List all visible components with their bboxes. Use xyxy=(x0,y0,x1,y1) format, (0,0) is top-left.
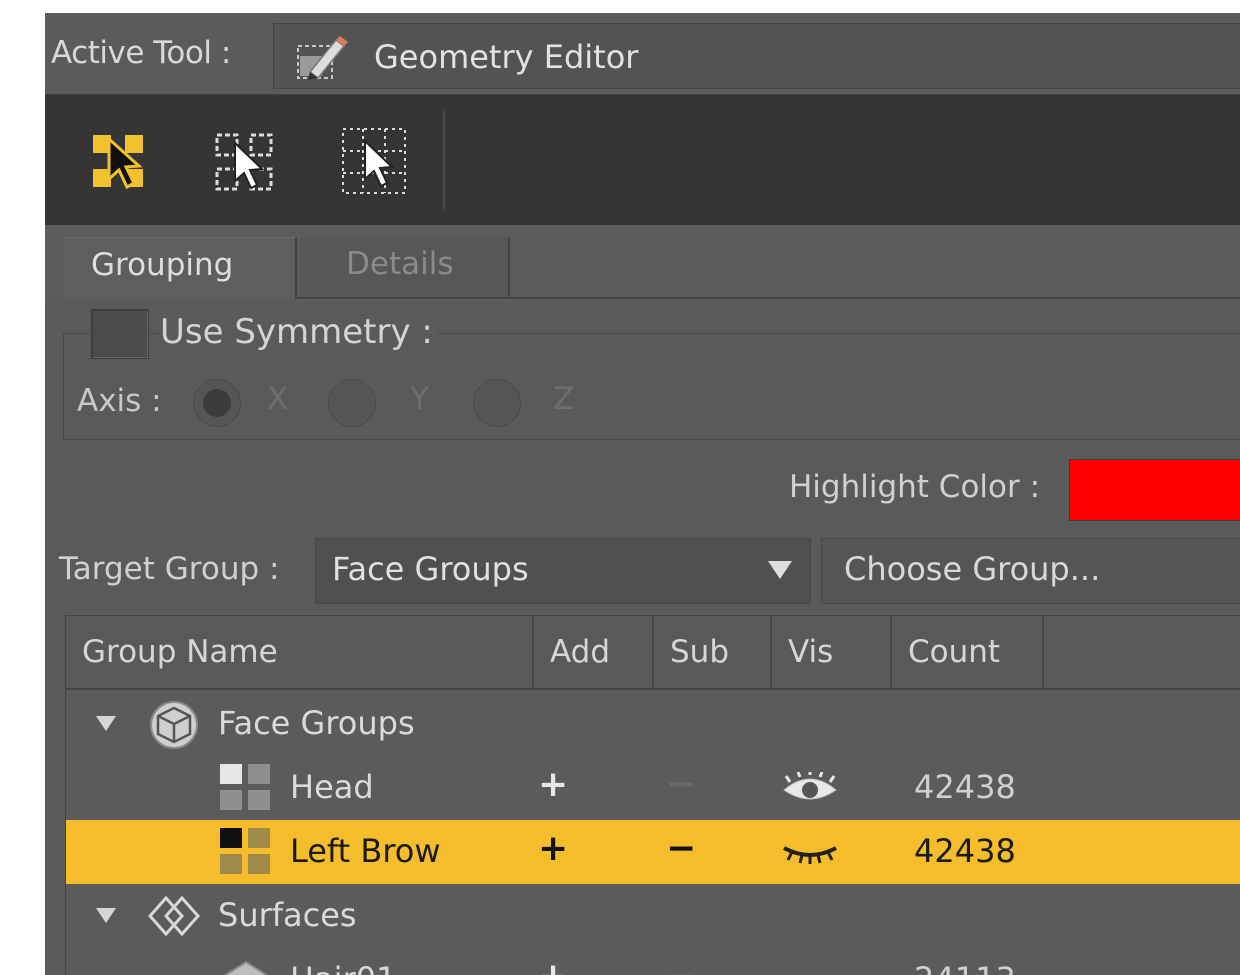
eye-closed-icon[interactable] xyxy=(780,840,840,864)
eye-open-icon[interactable] xyxy=(780,968,840,975)
highlight-color-swatch[interactable] xyxy=(1069,459,1240,521)
column-header-sub[interactable]: Sub xyxy=(654,616,772,688)
highlight-color-label: Highlight Color : xyxy=(789,469,1041,505)
group-name-left-brow: Left Brow xyxy=(290,832,441,870)
group-name-head: Head xyxy=(290,768,374,806)
tab-strip: Grouping Details xyxy=(45,225,1240,301)
column-header-add[interactable]: Add xyxy=(534,616,654,688)
surface-material-icon xyxy=(223,960,269,975)
column-header-count[interactable]: Count xyxy=(892,616,1044,688)
active-tool-bar: Active Tool : Geometry Editor xyxy=(45,13,1240,95)
group-swatch-icon xyxy=(220,764,270,810)
tab-details[interactable]: Details xyxy=(300,237,510,299)
pencil-edit-icon xyxy=(297,36,348,80)
table-row-category-surfaces[interactable]: Surfaces xyxy=(66,884,1240,948)
active-tool-name: Geometry Editor xyxy=(374,38,639,76)
group-name-hair01: Hair01 xyxy=(290,960,396,975)
choose-group-label: Choose Group... xyxy=(844,550,1101,588)
marquee-select-icon[interactable] xyxy=(211,125,281,197)
axis-z-label: Z xyxy=(553,381,575,417)
table-row-hair01[interactable]: Hair01 + − 24113 xyxy=(66,948,1240,975)
use-symmetry-label: Use Symmetry : xyxy=(160,312,437,352)
count-left-brow: 42438 xyxy=(914,832,1016,870)
tab-grouping[interactable]: Grouping xyxy=(65,237,297,299)
geometry-editor-panel: Active Tool : Geometry Editor Grouping D… xyxy=(45,13,1240,975)
expand-arrow-icon[interactable] xyxy=(96,908,116,923)
use-symmetry-checkbox[interactable] xyxy=(91,309,149,359)
count-hair01: 24113 xyxy=(914,960,1016,975)
group-table: Group Name Add Sub Vis Count Face Groups xyxy=(65,615,1240,975)
target-group-label: Target Group : xyxy=(59,551,280,587)
sub-button-hair01[interactable]: − xyxy=(666,956,696,975)
add-button-left-brow[interactable]: + xyxy=(538,828,568,869)
category-label-face-groups: Face Groups xyxy=(218,704,415,742)
active-tool-field[interactable]: Geometry Editor xyxy=(273,23,1240,89)
category-label-surfaces: Surfaces xyxy=(218,896,357,934)
cube-icon xyxy=(150,701,198,749)
sub-button-left-brow[interactable]: − xyxy=(666,828,696,869)
column-header-group-name[interactable]: Group Name xyxy=(66,616,534,688)
target-group-select[interactable]: Face Groups xyxy=(315,538,811,604)
axis-y-radio[interactable] xyxy=(328,379,376,427)
radio-selected-dot xyxy=(203,389,231,417)
table-row-head[interactable]: Head + − 42438 xyxy=(66,756,1240,820)
choose-group-button[interactable]: Choose Group... xyxy=(821,538,1240,604)
sub-button-head[interactable]: − xyxy=(666,764,696,805)
axis-y-label: Y xyxy=(410,381,429,417)
axis-x-radio[interactable] xyxy=(193,379,241,427)
chevron-down-icon xyxy=(768,561,792,579)
selection-toolbar xyxy=(45,95,1240,225)
eye-open-icon[interactable] xyxy=(780,772,840,804)
table-row-category-face-groups[interactable]: Face Groups xyxy=(66,692,1240,756)
toolbar-separator xyxy=(443,111,445,209)
bounding-select-icon[interactable] xyxy=(339,125,409,197)
add-button-head[interactable]: + xyxy=(538,764,568,805)
table-header: Group Name Add Sub Vis Count xyxy=(66,616,1240,690)
expand-arrow-icon[interactable] xyxy=(96,716,116,731)
drag-select-icon[interactable] xyxy=(89,125,159,197)
add-button-hair01[interactable]: + xyxy=(538,956,568,975)
tab-divider xyxy=(297,297,1240,299)
axis-label: Axis : xyxy=(77,383,162,419)
column-header-vis[interactable]: Vis xyxy=(772,616,892,688)
active-tool-label: Active Tool : xyxy=(51,35,231,71)
axis-x-label: X xyxy=(267,381,289,417)
axis-z-radio[interactable] xyxy=(473,379,521,427)
table-row-left-brow-selected[interactable]: Left Brow + − 42438 xyxy=(66,820,1240,884)
group-swatch-icon xyxy=(220,828,270,874)
target-group-value: Face Groups xyxy=(332,550,529,588)
count-head: 42438 xyxy=(914,768,1016,806)
surfaces-icon xyxy=(147,895,201,937)
